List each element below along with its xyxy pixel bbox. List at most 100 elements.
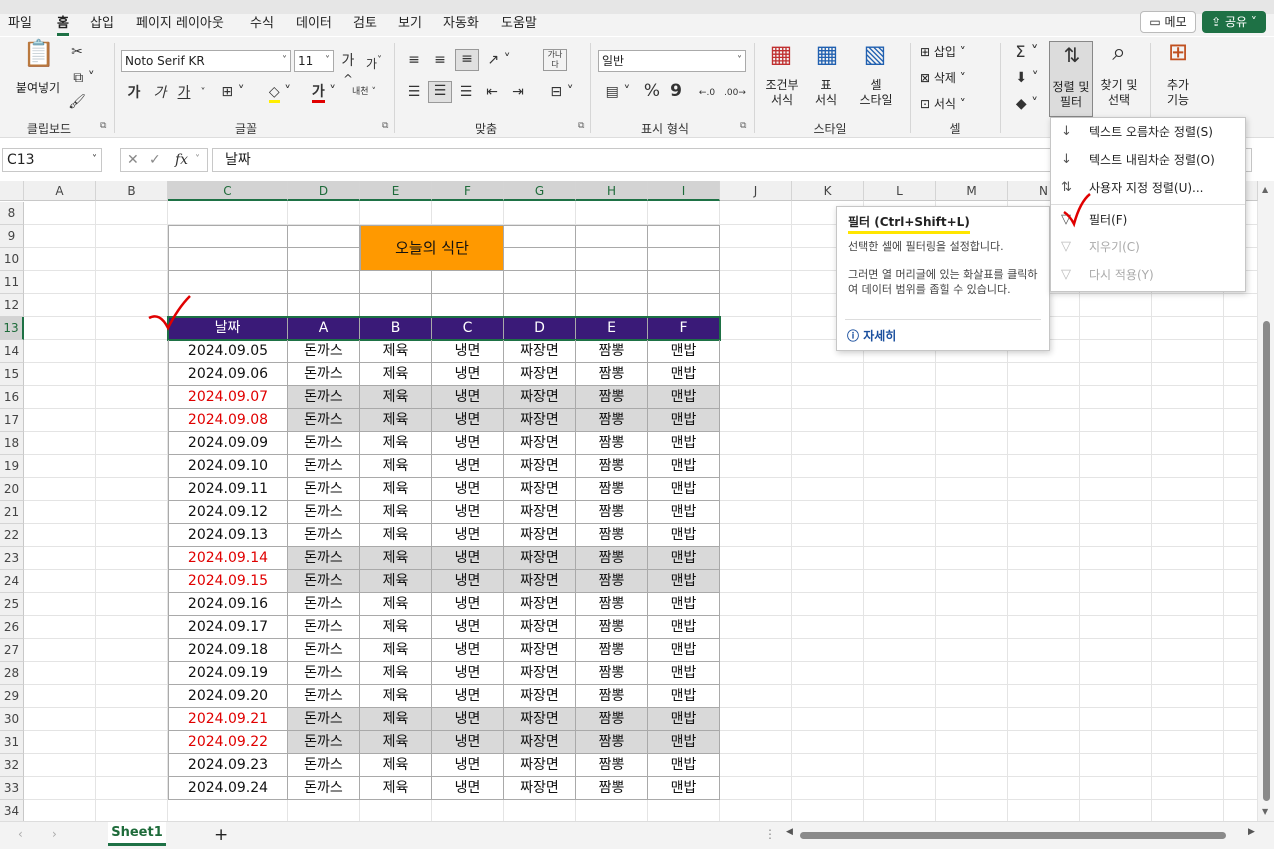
empty-cell[interactable]	[576, 248, 648, 271]
number-launcher-icon[interactable]: ⧉	[740, 121, 746, 131]
row-header[interactable]: 14	[0, 340, 24, 363]
date-cell[interactable]: 2024.09.15	[168, 570, 288, 593]
empty-cell[interactable]	[576, 271, 648, 294]
menu-cell[interactable]: 돈까스	[288, 524, 360, 547]
select-all-corner[interactable]	[0, 181, 24, 201]
menu-page-layout[interactable]: 페이지 레이아웃	[136, 14, 224, 36]
menu-cell[interactable]: 짜장면	[504, 662, 576, 685]
menu-cell[interactable]: 냉면	[432, 685, 504, 708]
menu-title-cell[interactable]: 오늘의 식단	[360, 225, 504, 271]
conditional-format-icon[interactable]: ▦	[766, 42, 796, 75]
menu-cell[interactable]: 제육	[360, 386, 432, 409]
menu-cell[interactable]: 냉면	[432, 708, 504, 731]
menu-cell[interactable]: 냉면	[432, 432, 504, 455]
column-header[interactable]: G	[504, 181, 576, 201]
menu-cell[interactable]: 제육	[360, 455, 432, 478]
menu-cell[interactable]: 돈까스	[288, 501, 360, 524]
date-cell[interactable]: 2024.09.08	[168, 409, 288, 432]
menu-cell[interactable]: 맨밥	[648, 754, 720, 777]
sort-filter-button[interactable]: ⇅ 정렬 및 필터	[1049, 41, 1093, 117]
row-header[interactable]: 26	[0, 616, 24, 639]
menu-cell[interactable]: 돈까스	[288, 363, 360, 386]
italic-button[interactable]: 가	[152, 84, 168, 102]
menu-cell[interactable]: 맨밥	[648, 708, 720, 731]
empty-cell[interactable]	[576, 294, 648, 317]
scroll-up-icon[interactable]: ▲	[1262, 185, 1268, 194]
menu-cell[interactable]: 짜장면	[504, 524, 576, 547]
vertical-scroll-thumb[interactable]	[1263, 321, 1270, 801]
table-header-cell[interactable]: B	[360, 317, 432, 340]
table-header-cell[interactable]: E	[576, 317, 648, 340]
menu-cell[interactable]: 돈까스	[288, 731, 360, 754]
menu-cell[interactable]: 맨밥	[648, 616, 720, 639]
empty-cell[interactable]	[360, 294, 432, 317]
row-header[interactable]: 28	[0, 662, 24, 685]
menu-cell[interactable]: 짬뽕	[576, 409, 648, 432]
paste-icon[interactable]: 📋	[22, 41, 56, 79]
menu-cell[interactable]: 짜장면	[504, 685, 576, 708]
row-header[interactable]: 15	[0, 363, 24, 386]
column-header[interactable]: J	[720, 181, 792, 201]
row-header[interactable]: 21	[0, 501, 24, 524]
date-cell[interactable]: 2024.09.14	[168, 547, 288, 570]
column-header[interactable]: D	[288, 181, 360, 201]
column-header[interactable]: I	[648, 181, 720, 201]
prev-sheet-icon[interactable]: ‹	[18, 827, 23, 841]
menu-cell[interactable]: 돈까스	[288, 708, 360, 731]
date-cell[interactable]: 2024.09.13	[168, 524, 288, 547]
accounting-format-icon[interactable]: ▤ ˅	[600, 83, 636, 101]
comma-button[interactable]: 9	[668, 82, 684, 100]
date-cell[interactable]: 2024.09.18	[168, 639, 288, 662]
alignment-launcher-icon[interactable]: ⧉	[578, 121, 584, 131]
merge-center-icon[interactable]: ⊟ ˅	[544, 83, 580, 101]
date-cell[interactable]: 2024.09.17	[168, 616, 288, 639]
row-header[interactable]: 34	[0, 800, 24, 821]
cell-styles-icon[interactable]: ▧	[860, 42, 890, 75]
date-cell[interactable]: 2024.09.21	[168, 708, 288, 731]
menu-cell[interactable]: 제육	[360, 662, 432, 685]
menu-automate[interactable]: 자동화	[443, 14, 479, 36]
menu-cell[interactable]: 짬뽕	[576, 593, 648, 616]
menu-cell[interactable]: 맨밥	[648, 639, 720, 662]
align-right-icon[interactable]: ☰	[456, 83, 476, 101]
date-cell[interactable]: 2024.09.05	[168, 340, 288, 363]
menu-cell[interactable]: 짬뽕	[576, 524, 648, 547]
menu-cell[interactable]: 맨밥	[648, 593, 720, 616]
menu-cell[interactable]: 제육	[360, 754, 432, 777]
menu-cell[interactable]: 돈까스	[288, 616, 360, 639]
menu-cell[interactable]: 짬뽕	[576, 616, 648, 639]
menu-cell[interactable]: 짜장면	[504, 409, 576, 432]
menu-cell[interactable]: 맨밥	[648, 777, 720, 800]
column-header[interactable]: F	[432, 181, 504, 201]
menu-cell[interactable]: 돈까스	[288, 639, 360, 662]
name-box[interactable]: C13 ˅	[2, 148, 102, 172]
date-cell[interactable]: 2024.09.20	[168, 685, 288, 708]
table-header-cell[interactable]: A	[288, 317, 360, 340]
menu-cell[interactable]: 냉면	[432, 363, 504, 386]
scroll-right-icon[interactable]: ▶	[1248, 827, 1255, 837]
menu-cell[interactable]: 제육	[360, 731, 432, 754]
menu-insert[interactable]: 삽입	[90, 14, 114, 36]
row-header[interactable]: 16	[0, 386, 24, 409]
row-header[interactable]: 32	[0, 754, 24, 777]
menu-cell[interactable]: 짜장면	[504, 593, 576, 616]
date-cell[interactable]: 2024.09.06	[168, 363, 288, 386]
menu-cell[interactable]: 짬뽕	[576, 455, 648, 478]
scroll-down-icon[interactable]: ▼	[1262, 807, 1268, 816]
menu-cell[interactable]: 짜장면	[504, 340, 576, 363]
row-header[interactable]: 22	[0, 524, 24, 547]
row-header[interactable]: 30	[0, 708, 24, 731]
menu-cell[interactable]: 짜장면	[504, 501, 576, 524]
addins-button[interactable]: 추가 기능	[1158, 78, 1198, 108]
menu-cell[interactable]: 냉면	[432, 662, 504, 685]
menu-cell[interactable]: 제육	[360, 363, 432, 386]
add-sheet-button[interactable]: +	[214, 825, 228, 845]
menu-cell[interactable]: 짬뽕	[576, 340, 648, 363]
vertical-scrollbar[interactable]: ▲ ▼	[1258, 181, 1274, 821]
column-header[interactable]: C	[168, 181, 288, 201]
autosum-icon[interactable]: Σ ˅	[1010, 43, 1044, 61]
menu-cell[interactable]: 냉면	[432, 731, 504, 754]
date-cell[interactable]: 2024.09.23	[168, 754, 288, 777]
column-header[interactable]: H	[576, 181, 648, 201]
menu-cell[interactable]: 짬뽕	[576, 478, 648, 501]
